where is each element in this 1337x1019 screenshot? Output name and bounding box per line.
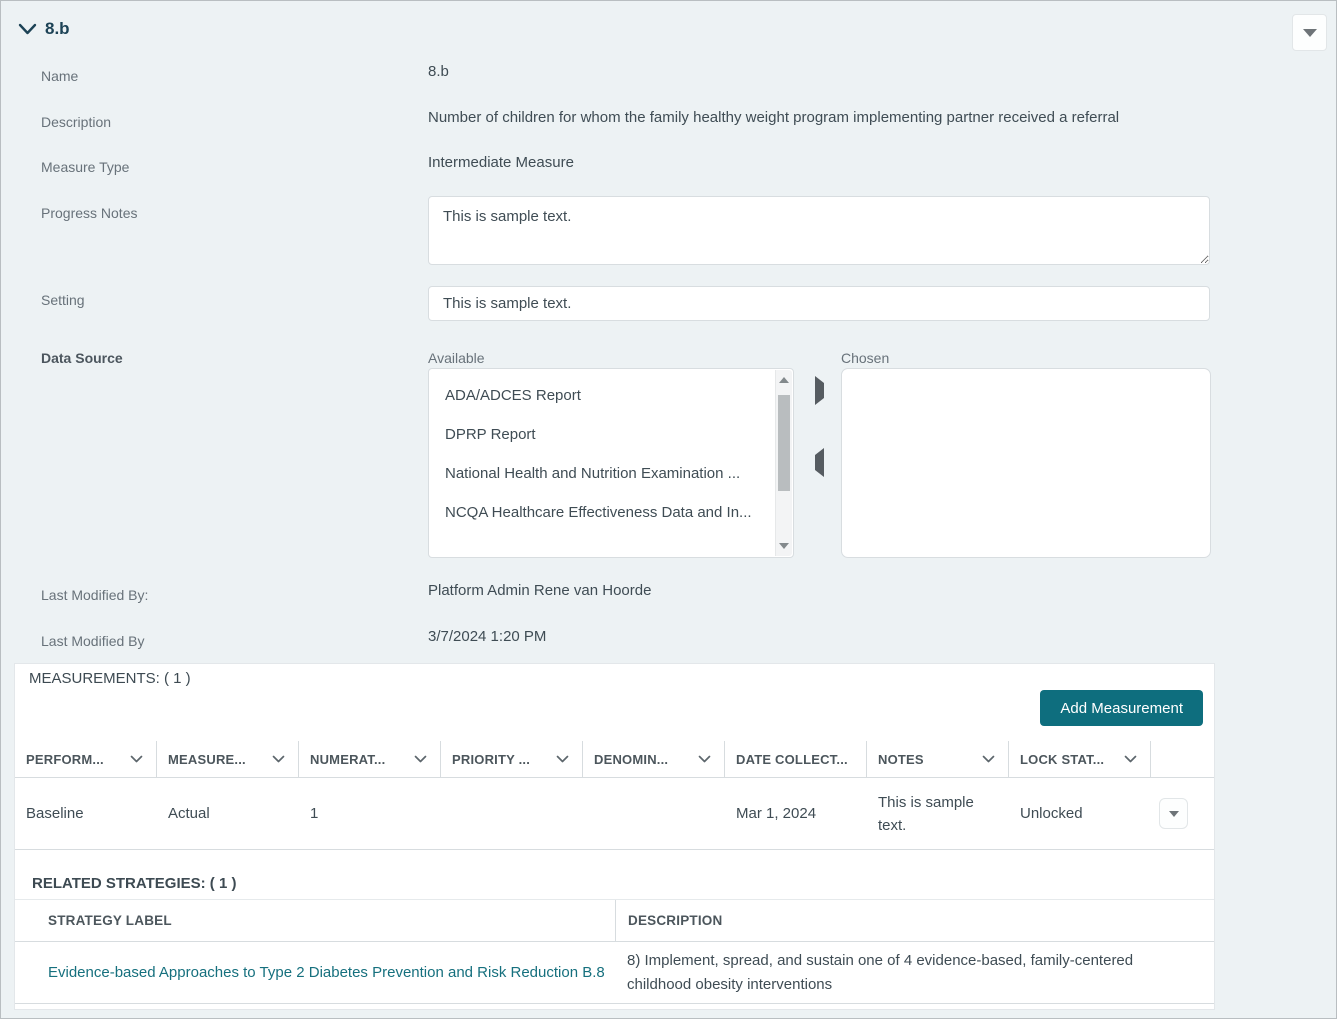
- column-header-denominator[interactable]: DENOMIN...: [583, 741, 725, 777]
- related-strategies-section-title: RELATED STRATEGIES: ( 1 ): [32, 875, 236, 892]
- name-label: Name: [41, 68, 78, 84]
- data-source-label: Data Source: [41, 350, 123, 366]
- listbox-scrollbar[interactable]: [775, 370, 792, 556]
- available-label: Available: [428, 350, 485, 366]
- setting-input[interactable]: [428, 286, 1210, 321]
- measurements-section-title: MEASUREMENTS: ( 1 ): [29, 670, 191, 687]
- chevron-down-icon[interactable]: [1124, 755, 1137, 763]
- cell-actions: [1151, 778, 1214, 849]
- chevron-down-icon[interactable]: [982, 755, 995, 763]
- chevron-down-icon[interactable]: [414, 755, 427, 763]
- description-value: Number of children for whom the family h…: [428, 109, 1188, 126]
- move-to-chosen-button[interactable]: [811, 379, 828, 402]
- panel-menu-button[interactable]: [1292, 14, 1327, 51]
- column-header-priority[interactable]: PRIORITY ...: [441, 741, 583, 777]
- cell-notes: This is sample text.: [867, 778, 1009, 849]
- triangle-left-icon: [815, 448, 824, 477]
- last-modified-by-label: Last Modified By:: [41, 587, 148, 603]
- cell-priority: [441, 778, 583, 849]
- available-listbox[interactable]: ADA/ADCES Report DPRP Report National He…: [428, 368, 794, 558]
- cell-date-collected: Mar 1, 2024: [725, 778, 867, 849]
- list-item[interactable]: NCQA Healthcare Effectiveness Data and I…: [429, 493, 793, 532]
- measurements-panel: MEASUREMENTS: ( 1 ) Add Measurement PERF…: [14, 663, 1215, 1010]
- measure-type-value: Intermediate Measure: [428, 154, 574, 171]
- row-menu-button[interactable]: [1159, 798, 1188, 829]
- chosen-label: Chosen: [841, 350, 889, 366]
- chevron-down-icon[interactable]: [556, 755, 569, 763]
- page-title: 8.b: [45, 19, 70, 39]
- triangle-down-icon: [1169, 811, 1179, 817]
- chosen-listbox[interactable]: [841, 368, 1211, 558]
- last-modified-date-value: 3/7/2024 1:20 PM: [428, 628, 546, 645]
- collapse-chevron-icon[interactable]: [18, 22, 37, 41]
- column-header-description: DESCRIPTION: [615, 900, 1214, 941]
- add-measurement-button[interactable]: Add Measurement: [1040, 690, 1203, 726]
- progress-notes-textarea[interactable]: This is sample text.: [428, 196, 1210, 265]
- last-modified-by-value: Platform Admin Rene van Hoorde: [428, 582, 651, 599]
- column-header-actions: [1151, 741, 1214, 777]
- column-header-date-collected[interactable]: DATE COLLECT...: [725, 741, 867, 777]
- cell-denominator: [583, 778, 725, 849]
- column-header-numerator[interactable]: NUMERAT...: [299, 741, 441, 777]
- triangle-down-icon: [1303, 29, 1317, 37]
- strategy-description: 8) Implement, spread, and sustain one of…: [615, 942, 1214, 1003]
- move-to-available-button[interactable]: [811, 451, 828, 474]
- measure-type-label: Measure Type: [41, 159, 129, 175]
- measurements-table-header: PERFORM... MEASURE... NUMERAT... PRIORIT…: [15, 741, 1214, 778]
- scrollbar-thumb[interactable]: [778, 395, 790, 491]
- triangle-right-icon: [815, 376, 824, 405]
- table-row: Evidence-based Approaches to Type 2 Diab…: [15, 942, 1214, 1004]
- chevron-down-icon[interactable]: [272, 755, 285, 763]
- column-header-lock-status[interactable]: LOCK STAT...: [1009, 741, 1151, 777]
- description-label: Description: [41, 114, 111, 130]
- setting-label: Setting: [41, 292, 85, 308]
- list-item[interactable]: ADA/ADCES Report: [429, 376, 793, 415]
- related-strategies-table-header: STRATEGY LABEL DESCRIPTION: [15, 899, 1214, 942]
- cell-measure: Actual: [157, 778, 299, 849]
- column-header-notes[interactable]: NOTES: [867, 741, 1009, 777]
- chevron-down-icon[interactable]: [130, 755, 143, 763]
- list-item[interactable]: National Health and Nutrition Examinatio…: [429, 454, 793, 493]
- chevron-down-icon[interactable]: [698, 755, 711, 763]
- column-header-strategy-label: STRATEGY LABEL: [15, 900, 615, 941]
- table-row: Baseline Actual 1 Mar 1, 2024 This is sa…: [15, 778, 1214, 850]
- scroll-down-icon[interactable]: [776, 538, 792, 554]
- column-header-measure[interactable]: MEASURE...: [157, 741, 299, 777]
- name-value: 8.b: [428, 63, 449, 80]
- last-modified-date-label: Last Modified By: [41, 633, 145, 649]
- measure-detail-page: 8.b Name Description Measure Type Progre…: [0, 0, 1337, 1019]
- list-item[interactable]: DPRP Report: [429, 415, 793, 454]
- column-header-performance[interactable]: PERFORM...: [15, 741, 157, 777]
- scroll-up-icon[interactable]: [776, 372, 792, 388]
- cell-numerator: 1: [299, 778, 441, 849]
- progress-notes-label: Progress Notes: [41, 205, 137, 221]
- cell-performance: Baseline: [15, 778, 157, 849]
- strategy-link[interactable]: Evidence-based Approaches to Type 2 Diab…: [48, 964, 605, 981]
- cell-lock-status: Unlocked: [1009, 778, 1151, 849]
